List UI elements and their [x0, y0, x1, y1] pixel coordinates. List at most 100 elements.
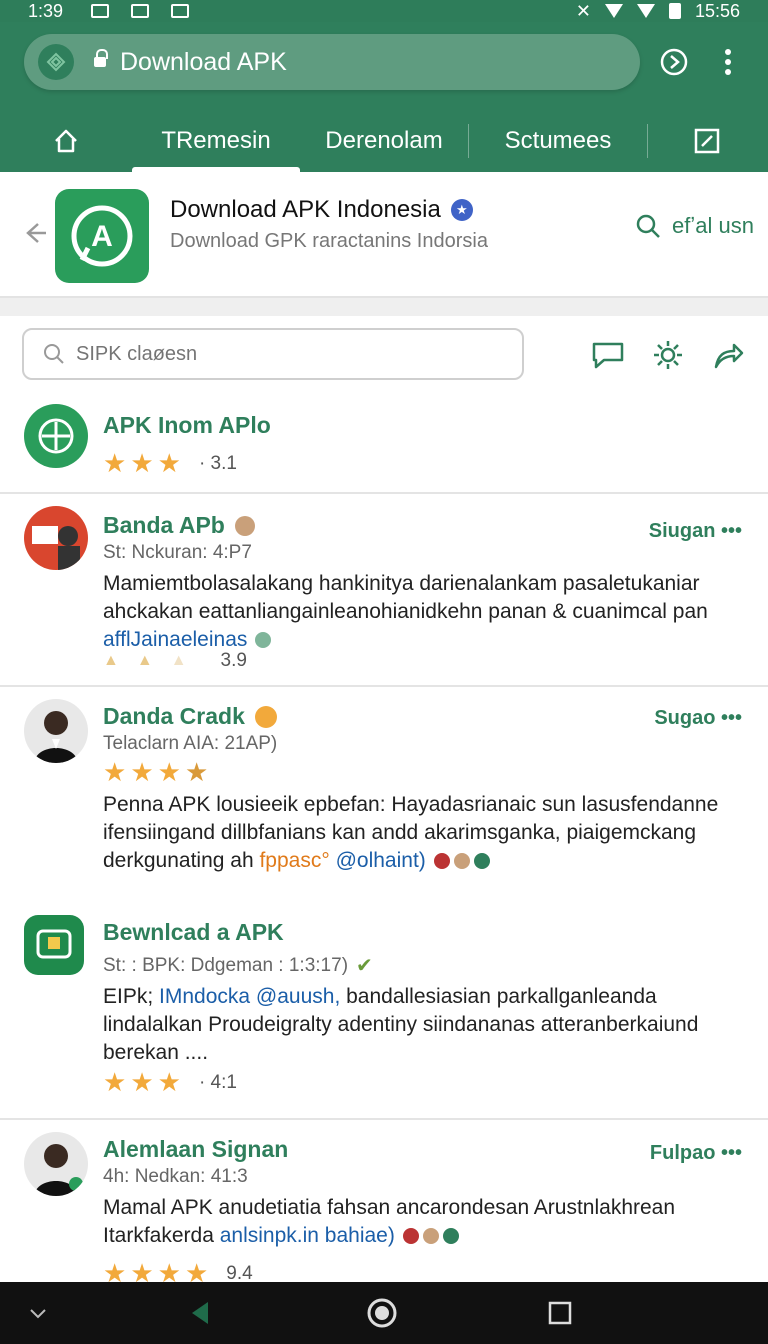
item-title: Alemlaan Signan — [103, 1136, 289, 1162]
notification-icon — [171, 4, 190, 18]
app-title-text: Download APK Indonesia — [170, 196, 441, 223]
star-icon: ★ — [157, 448, 181, 478]
back-arrow-icon[interactable] — [22, 220, 48, 251]
description-line: derkgunating ah — [103, 849, 260, 872]
star-icon: ★ — [130, 1258, 154, 1282]
star-icon: ▲ — [136, 652, 153, 669]
description-link[interactable]: IMndocka @auush, — [159, 985, 340, 1008]
description-tag[interactable]: fppasc° — [259, 849, 329, 872]
emoji-icon — [402, 1228, 419, 1245]
star-icon: ★ — [184, 1258, 209, 1282]
app-icon: A — [55, 189, 149, 283]
tab-derenolam[interactable]: Derenolam — [300, 110, 468, 172]
app-icon-glyph: A — [91, 220, 113, 253]
rating-value: 3.9 — [220, 650, 247, 671]
status-clock: 15:56 — [694, 0, 740, 21]
description-link[interactable]: anlsinpk.in bahiae) — [220, 1224, 395, 1247]
list-item[interactable]: Alemlaan Signan Fulpao ••• 4h: Nedkan: 4… — [0, 1120, 768, 1282]
app-title: Download APK Indonesia ★ — [170, 196, 473, 224]
notification-icon — [131, 4, 150, 18]
avatar — [24, 699, 88, 763]
item-title: Banda APb — [103, 512, 257, 539]
emoji-icon — [422, 1228, 439, 1245]
chevron-down-icon[interactable] — [14, 1289, 62, 1337]
star-icon: ★ — [103, 1067, 127, 1097]
description-link[interactable]: afflJainaeleinas — [103, 628, 247, 651]
avatar — [24, 506, 88, 570]
description-line: Mamal APK anudetiatia fahsan ancarondesa… — [103, 1196, 676, 1219]
app-search-action[interactable]: efʼal usn — [634, 212, 754, 240]
item-action-button[interactable]: Siugan ••• — [649, 520, 742, 543]
item-title: Danda Cradk — [103, 703, 279, 730]
description-line: Penna APK lousieeik epbefan: Hayadasrian… — [103, 793, 719, 816]
item-description: Mamal APK anudetiatia fahsan ancarondesa… — [103, 1194, 743, 1250]
star-icon: ★ — [130, 448, 154, 478]
item-meta: St: : BPK: Ddgeman : 1:3:17) ✔ — [103, 953, 373, 978]
item-meta-text: St: : BPK: Ddgeman : 1:3:17) — [103, 954, 349, 976]
item-action-button[interactable]: Sugao ••• — [654, 707, 742, 730]
list-item[interactable]: Danda Cradk Sugao ••• Telaclarn AIA: 21A… — [0, 687, 768, 883]
star-icon: ★ — [184, 757, 209, 787]
badge-icon — [254, 705, 277, 728]
item-title: Bewnlcad a APK — [103, 919, 284, 945]
app-subtitle: Download GPK raractanins Indorsia — [170, 230, 488, 252]
star-icon: ★ — [130, 757, 154, 787]
item-meta: St: Nckuran: 4:P7 — [103, 542, 252, 563]
home-icon — [55, 129, 77, 153]
emoji-icon — [453, 853, 470, 870]
tab-bar: TRemesin Derenolam Sctumees — [0, 110, 768, 172]
description-line: Itarkfakerda — [103, 1224, 220, 1247]
site-logo-icon — [38, 44, 74, 80]
navigate-icon[interactable] — [654, 42, 694, 82]
rating-value: 9.4 — [226, 1262, 253, 1283]
description-link[interactable]: @olhaint) — [330, 849, 426, 872]
tab-tremesin[interactable]: TRemesin — [132, 110, 300, 172]
search-icon — [636, 214, 660, 238]
url-text: Download APK — [120, 47, 287, 76]
star-icon: ★ — [157, 1067, 181, 1097]
star-icon: ★ — [157, 1258, 181, 1282]
leaf-icon: ✔ — [356, 955, 373, 977]
share-icon[interactable] — [708, 336, 748, 374]
warning-icon: ▲ — [103, 652, 119, 669]
verified-badge-icon: ★ — [450, 199, 473, 221]
list-item[interactable]: Bewnlcad a APK St: : BPK: Ddgeman : 1:3:… — [0, 883, 768, 1120]
notification-icon — [91, 4, 110, 18]
wifi-icon — [604, 4, 623, 18]
tab-home[interactable] — [0, 110, 132, 172]
back-nav-icon[interactable] — [176, 1289, 224, 1337]
list-item[interactable]: Banda APb Siugan ••• St: Nckuran: 4:P7 M… — [0, 494, 768, 687]
star-icon: ★ — [157, 757, 181, 787]
comment-icon[interactable] — [588, 336, 628, 374]
tab-sctumees[interactable]: Sctumees — [469, 110, 647, 172]
star-rating: ★ ★ ★ · 4:1 — [103, 1067, 237, 1098]
item-meta: Telaclarn AIA: 21AP) — [103, 733, 278, 754]
url-bar[interactable]: Download APK — [24, 34, 640, 90]
tab-edit[interactable] — [648, 110, 766, 172]
rating-value: · 4:1 — [198, 1071, 237, 1093]
description-line: ahckakan eattanliangainleanohianidkehn p… — [103, 600, 708, 623]
description-line: bandallesiasian parkallganleanda — [340, 985, 657, 1008]
item-title: APK Inom APlo — [103, 412, 271, 438]
star-icon: ★ — [130, 1067, 154, 1097]
more-menu-icon[interactable] — [708, 42, 748, 82]
recents-nav-icon[interactable] — [536, 1289, 584, 1337]
description-line: Mamiemtbolasalakang hankinitya darienala… — [103, 572, 700, 595]
app-header: A Download APK Indonesia ★ Download GPK … — [0, 172, 768, 298]
star-rating: ★ ★ ★ ★ — [103, 757, 208, 788]
system-nav-bar — [0, 1282, 768, 1344]
item-description: Penna APK lousieeik epbefan: Hayadasrian… — [103, 791, 743, 875]
star-icon: ★ — [103, 757, 127, 787]
face-icon — [234, 515, 255, 536]
search-icon — [44, 344, 64, 364]
item-action-button[interactable]: Fulpao ••• — [650, 1142, 742, 1165]
app-list: APK Inom APlo ★ ★ ★ · 3.1 Banda APb Siugan… — [0, 396, 768, 1282]
search-box[interactable] — [22, 328, 524, 380]
home-nav-icon[interactable] — [358, 1289, 406, 1337]
star-rating: ★ ★ ★ ★ 9.4 — [103, 1258, 253, 1282]
signal-icon — [636, 4, 655, 18]
item-description: EIPk; IMndocka @auush, bandallesiasian p… — [103, 983, 743, 1067]
settings-icon[interactable] — [648, 336, 688, 374]
list-item[interactable]: APK Inom APlo ★ ★ ★ · 3.1 — [0, 396, 768, 494]
search-input[interactable] — [76, 342, 496, 366]
